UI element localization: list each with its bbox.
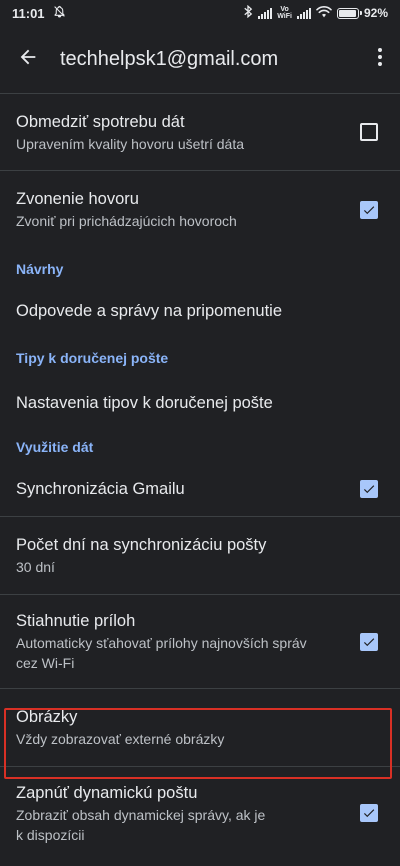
- setting-subtitle: k dispozícii: [16, 826, 85, 843]
- setting-texts: Stiahnutie príloh Automaticky sťahovať p…: [16, 610, 307, 673]
- setting-title: Synchronizácia Gmailu: [16, 479, 185, 498]
- setting-title: Zapnúť dynamickú poštu: [16, 783, 198, 802]
- setting-subtitle: cez Wi-Fi: [16, 655, 75, 671]
- status-right: Vo WiFi 92%: [243, 4, 388, 21]
- setting-subtitle: Automaticky sťahovať prílohy najnovších …: [16, 635, 307, 651]
- setting-images[interactable]: Obrázky Vždy zobrazovať externé obrázky: [0, 689, 400, 767]
- settings-list: Obmedziť spotrebu dát Upravením kvality …: [0, 94, 400, 859]
- ringtone-checkbox[interactable]: [360, 200, 378, 219]
- setting-download-attachments[interactable]: Stiahnutie príloh Automaticky sťahovať p…: [0, 595, 400, 689]
- section-header-data-usage: Využitie dát: [16, 439, 94, 455]
- check-icon: [363, 205, 375, 214]
- battery-percent: 92%: [363, 6, 388, 20]
- section-header-suggestions: Návrhy: [16, 260, 64, 277]
- check-icon: [363, 484, 375, 493]
- dynamic-email-checkbox[interactable]: [360, 804, 378, 822]
- setting-title: Nastavenia tipov k doručenej pošte: [16, 394, 273, 412]
- setting-ringtone[interactable]: Zvonenie hovoru Zvoniť pri prichádzajúci…: [0, 171, 400, 248]
- setting-inbox-tips[interactable]: Nastavenia tipov k doručenej pošte: [0, 375, 400, 431]
- setting-title: Obrázky: [16, 708, 78, 726]
- status-left: 11:01: [12, 5, 66, 21]
- setting-texts: Zapnúť dynamickú poštu Zobraziť obsah dy…: [16, 782, 265, 845]
- arrow-left-icon: [17, 46, 39, 73]
- setting-title: Odpovede a správy na pripomenutie: [16, 302, 282, 320]
- bluetooth-icon: [243, 4, 253, 21]
- signal-icon: [296, 7, 311, 19]
- wifi-icon: [316, 5, 332, 21]
- section-header-inbox-tips: Tipy k doručenej pošte: [16, 350, 169, 366]
- setting-texts: Zvonenie hovoru Zvoniť pri prichádzajúci…: [16, 188, 237, 231]
- setting-limit-data[interactable]: Obmedziť spotrebu dát Upravením kvality …: [0, 94, 400, 171]
- status-bar: 11:01 Vo WiFi 92%: [0, 0, 400, 26]
- setting-subtitle: Zvoniť pri prichádzajúcich hovoroch: [16, 213, 237, 229]
- setting-days-to-sync[interactable]: Počet dní na synchronizáciu pošty 30 dní: [0, 517, 400, 595]
- app-bar: techhelpsk1@gmail.com: [0, 26, 400, 94]
- battery-icon: [336, 7, 362, 19]
- setting-title: Počet dní na synchronizáciu pošty: [16, 536, 267, 554]
- check-icon: [363, 637, 375, 646]
- signal-icon: [258, 7, 273, 19]
- setting-replies-nudges[interactable]: Odpovede a správy na pripomenutie: [0, 285, 400, 337]
- setting-subtitle: Zobraziť obsah dynamickej správy, ak je: [16, 806, 266, 823]
- setting-subtitle: Vždy zobrazovať externé obrázky: [16, 731, 225, 747]
- setting-texts: Obmedziť spotrebu dát Upravením kvality …: [16, 111, 244, 154]
- setting-texts: Počet dní na synchronizáciu pošty 30 dní: [16, 534, 266, 577]
- page-title: techhelpsk1@gmail.com: [60, 48, 279, 70]
- status-time: 11:01: [12, 5, 45, 21]
- volte-wifi-icon: Vo WiFi: [277, 6, 292, 20]
- setting-subtitle: Upravením kvality hovoru ušetrí dáta: [16, 135, 244, 152]
- more-vert-icon: [377, 47, 383, 72]
- sync-gmail-checkbox[interactable]: [360, 479, 378, 498]
- limit-data-checkbox[interactable]: [360, 123, 378, 141]
- setting-subtitle: 30 dní: [16, 559, 55, 575]
- back-button[interactable]: [6, 38, 50, 82]
- more-options-button[interactable]: [368, 38, 392, 82]
- mute-notifications-icon: [53, 5, 66, 21]
- setting-texts: Obrázky Vždy zobrazovať externé obrázky: [16, 706, 224, 749]
- setting-sync-gmail[interactable]: Synchronizácia Gmailu: [0, 461, 400, 517]
- setting-dynamic-email[interactable]: Zapnúť dynamickú poštu Zobraziť obsah dy…: [0, 767, 400, 859]
- setting-title: Stiahnutie príloh: [16, 612, 136, 630]
- setting-title: Zvonenie hovoru: [16, 190, 139, 208]
- setting-title: Obmedziť spotrebu dát: [16, 112, 185, 131]
- download-attachments-checkbox[interactable]: [360, 632, 378, 651]
- check-icon: [363, 809, 375, 818]
